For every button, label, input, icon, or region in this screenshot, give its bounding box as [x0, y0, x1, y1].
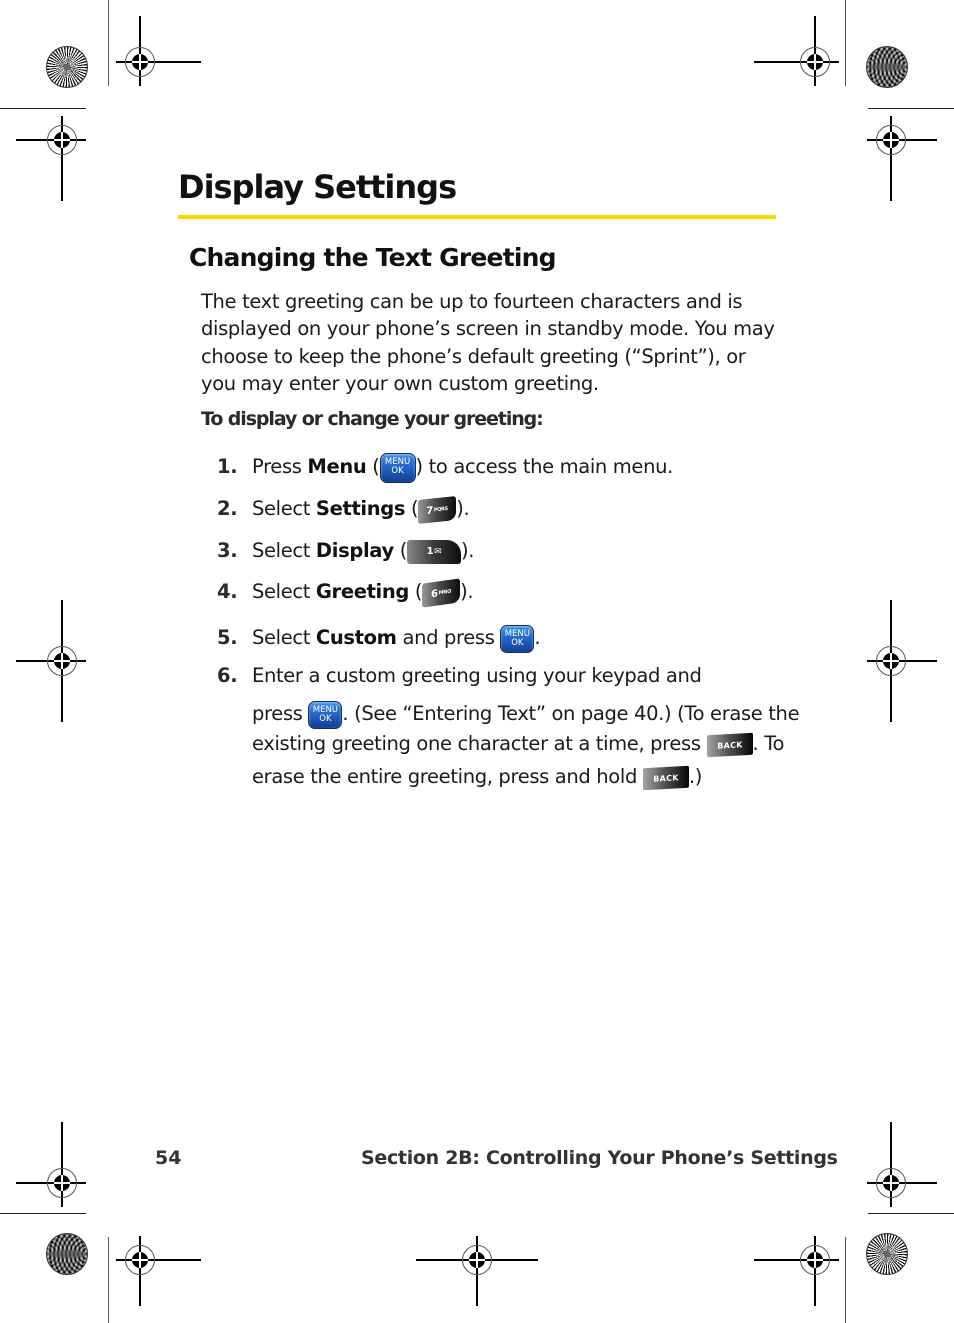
trim-line — [0, 108, 86, 110]
step-greeting-term: Greeting — [315, 580, 410, 603]
key-label: PQRS — [434, 505, 449, 513]
starburst-target-icon — [866, 1233, 908, 1275]
step-text: Enter a custom greeting using your keypa… — [252, 659, 800, 793]
step-text-post: ) to access the main menu. — [415, 455, 674, 478]
key-7-pqrs-icon: 7PQRS — [418, 495, 457, 524]
procedure-heading: To display or change your greeting: — [201, 408, 544, 430]
step-line: erase the entire greeting, press and hol… — [252, 760, 792, 793]
step-number: 6. — [217, 664, 238, 687]
key-label: BACK — [716, 739, 743, 751]
footer-section-title: Section 2B: Controlling Your Phone’s Set… — [361, 1147, 838, 1169]
title-rule — [178, 215, 776, 219]
step-text: Select Custom and press MENU OK. — [252, 621, 541, 654]
key-6-mno-icon: 6MNO — [422, 577, 461, 608]
key-1-voicemail-icon: 1✉ — [406, 539, 461, 564]
intro-paragraph: The text greeting can be up to fourteen … — [201, 290, 775, 395]
menu-ok-key-icon: MENU OK — [500, 624, 535, 653]
step-text-post: . To — [752, 732, 785, 755]
step-text: Select Greeting (6MNO). — [252, 575, 474, 608]
step-text-pre: erase the entire greeting, press and hol… — [252, 765, 643, 788]
back-key-icon: BACK — [642, 765, 689, 790]
step-text-pre: Select — [252, 497, 316, 520]
step-number: 5. — [217, 626, 238, 649]
step-text-mid: ( — [393, 539, 408, 562]
trim-line — [108, 0, 110, 86]
step-text-post: ). — [460, 580, 474, 603]
key-label: 7 — [426, 504, 434, 517]
trim-line — [845, 0, 847, 86]
step-text-mid: ( — [405, 497, 419, 520]
step-number: 1. — [217, 455, 238, 478]
step-number: 4. — [217, 580, 238, 603]
step-text: Press Menu (MENU OK) to access the main m… — [252, 450, 673, 483]
step-custom-term: Custom — [315, 626, 397, 649]
step-text-mid: and press — [396, 626, 501, 649]
starburst-target-icon — [46, 46, 88, 88]
menu-ok-key-icon: MENU OK — [379, 452, 416, 483]
page-title: Display Settings — [178, 168, 457, 206]
trim-line — [0, 1213, 86, 1215]
menu-ok-key-icon: MENU OK — [308, 700, 343, 729]
step-text-pre: Press — [252, 455, 308, 478]
trim-line — [108, 1237, 110, 1323]
step-settings-term: Settings — [315, 497, 406, 520]
envelope-icon: ✉ — [434, 546, 442, 557]
step-text-post: ). — [460, 539, 475, 562]
step-line: press MENU OK. (See “Entering Text” on pa… — [252, 694, 800, 729]
key-label: MNO — [438, 588, 452, 596]
key-label: OK — [391, 465, 404, 476]
trim-line — [868, 108, 954, 110]
key-label: OK — [319, 713, 332, 724]
step-text-post: ). — [456, 497, 470, 520]
step-text-pre: existing greeting one character at a tim… — [252, 732, 707, 755]
step-menu-term: Menu — [307, 455, 367, 478]
key-label: OK — [511, 637, 524, 648]
trim-line — [845, 1237, 847, 1323]
step-text-pre: press — [252, 702, 309, 725]
step-text: Select Display (1✉). — [252, 534, 474, 567]
step-text-pre: Select — [252, 580, 316, 603]
moire-target-icon — [46, 1233, 88, 1275]
step-text-mid: ( — [409, 580, 423, 603]
step-text-pre: Select — [252, 539, 316, 562]
back-key-icon: BACK — [706, 732, 753, 757]
step-line: existing greeting one character at a tim… — [252, 727, 792, 760]
trim-line — [868, 1213, 954, 1215]
step-text-pre: Select — [252, 626, 316, 649]
moire-target-icon — [866, 46, 908, 88]
step-text-post: . — [534, 626, 541, 649]
key-label: 1 — [426, 545, 434, 557]
key-label: BACK — [653, 772, 679, 784]
section-heading: Changing the Text Greeting — [189, 243, 557, 272]
step-line: Enter a custom greeting using your keypa… — [252, 664, 702, 687]
step-number: 3. — [217, 539, 238, 562]
step-text-post: .) — [688, 765, 702, 788]
step-number: 2. — [217, 497, 238, 520]
step-text-mid: ( — [366, 455, 380, 478]
step-display-term: Display — [315, 539, 394, 562]
key-label: 6 — [431, 587, 438, 600]
step-text-post: . (See “Entering Text” on page 40.) (To … — [342, 702, 800, 725]
page-number: 54 — [155, 1147, 182, 1169]
step-text: Select Settings (7PQRS). — [252, 492, 470, 525]
